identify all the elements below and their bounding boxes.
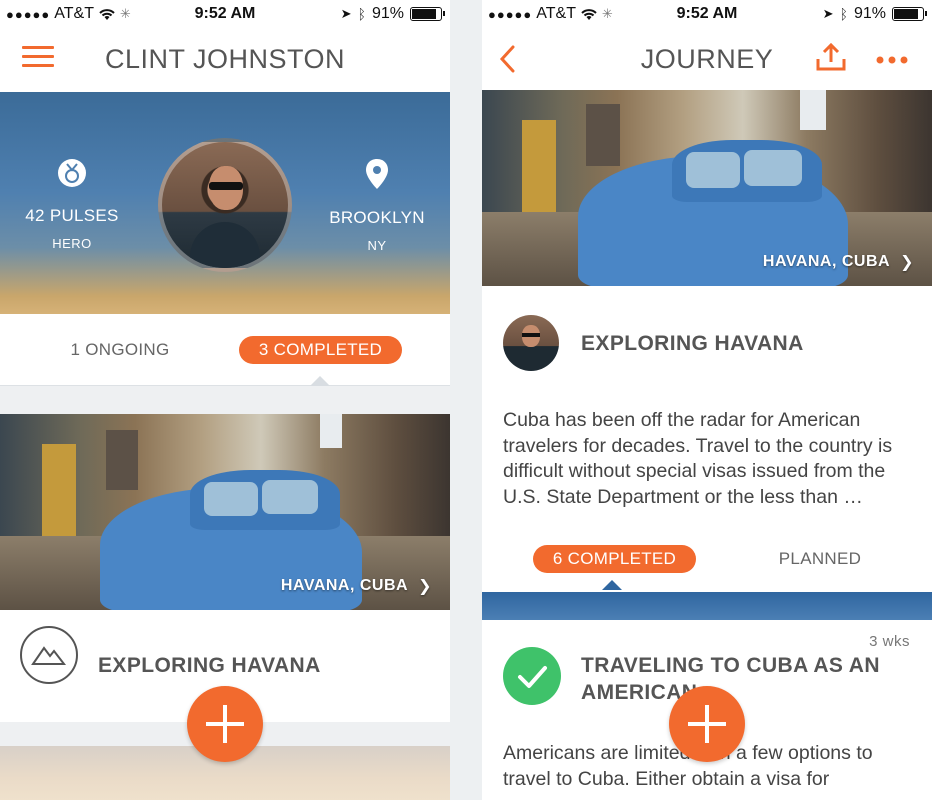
entry-age: 3 wks	[869, 633, 910, 650]
journey-heading: EXPLORING HAVANA	[581, 332, 804, 355]
separator	[0, 386, 450, 414]
tab-completed[interactable]: 3 COMPLETED	[239, 336, 402, 364]
journey-nav-bar: JOURNEY	[482, 30, 932, 90]
tab-planned[interactable]: PLANNED	[760, 545, 880, 573]
author-avatar[interactable]	[503, 315, 559, 371]
tab-ongoing[interactable]: 1 ONGOING	[60, 336, 180, 364]
journey-photo[interactable]: HAVANA, CUBA ❯	[0, 414, 450, 610]
medal-icon	[58, 159, 86, 187]
journey-tabs: 1 ONGOING 3 COMPLETED	[0, 314, 450, 386]
cover-photo-location[interactable]: HAVANA, CUBA ❯	[763, 252, 914, 272]
entry-strip	[482, 592, 932, 620]
more-options-icon[interactable]	[876, 56, 910, 64]
screen-divider	[450, 0, 482, 800]
profile-name: CLINT JOHNSTON	[104, 44, 346, 74]
status-bar: ●●●●● AT&T ✳ 9:52 AM ➤ ᛒ 91%	[482, 0, 932, 30]
battery-percent: 91%	[853, 5, 886, 22]
add-button[interactable]	[669, 686, 745, 762]
tab-pointer	[602, 580, 622, 590]
journey-screen: ●●●●● AT&T ✳ 9:52 AM ➤ ᛒ 91% JOURNEY HAV…	[482, 0, 932, 800]
city-label: BROOKLYN	[329, 208, 425, 227]
battery-icon	[410, 7, 445, 21]
profile-screen: ●●●●● AT&T ✳ 9:52 AM ➤ ᛒ 91% CLINT JOHNS…	[0, 0, 450, 800]
journey-cover-photo[interactable]: HAVANA, CUBA ❯	[482, 90, 932, 286]
status-bar: ●●●●● AT&T ✳ 9:52 AM ➤ ᛒ 91%	[0, 0, 450, 30]
chevron-right-icon: ❯	[900, 254, 914, 271]
profile-nav-bar: CLINT JOHNSTON	[0, 30, 450, 90]
entry-title: TRAVELING TO CUBA AS AN AMERICAN	[581, 654, 880, 704]
add-button[interactable]	[187, 686, 263, 762]
profile-avatar[interactable]	[158, 138, 292, 272]
journey-title: EXPLORING HAVANA	[98, 654, 321, 677]
bluetooth-icon: ᛒ	[357, 6, 366, 22]
location-arrow-icon: ➤	[822, 6, 834, 21]
map-pin-icon	[366, 159, 388, 189]
mountain-icon	[20, 626, 78, 684]
battery-icon	[892, 7, 927, 21]
profile-header: 42 PULSES HERO BROOKLYN NY	[0, 92, 450, 314]
check-icon	[503, 647, 561, 705]
journey-description: Cuba has been off the radar for American…	[503, 409, 893, 508]
rank-label: HERO	[52, 236, 92, 251]
location-arrow-icon: ➤	[340, 6, 352, 21]
state-label: NY	[367, 238, 387, 253]
location-stat[interactable]: BROOKLYN NY	[324, 158, 430, 253]
chevron-right-icon: ❯	[418, 578, 432, 595]
share-icon[interactable]	[814, 42, 848, 72]
entry-tabs: 6 COMPLETED PLANNED	[482, 538, 932, 592]
bluetooth-icon: ᛒ	[839, 6, 848, 22]
pulses-stat[interactable]: 42 PULSES HERO	[24, 158, 120, 251]
tab-completed[interactable]: 6 COMPLETED	[533, 545, 696, 573]
photo-location[interactable]: HAVANA, CUBA ❯	[281, 576, 432, 596]
pulses-count: 42 PULSES	[25, 206, 119, 225]
tab-pointer	[310, 376, 330, 386]
battery-percent: 91%	[371, 5, 404, 22]
journey-nav-title: JOURNEY	[640, 44, 774, 74]
